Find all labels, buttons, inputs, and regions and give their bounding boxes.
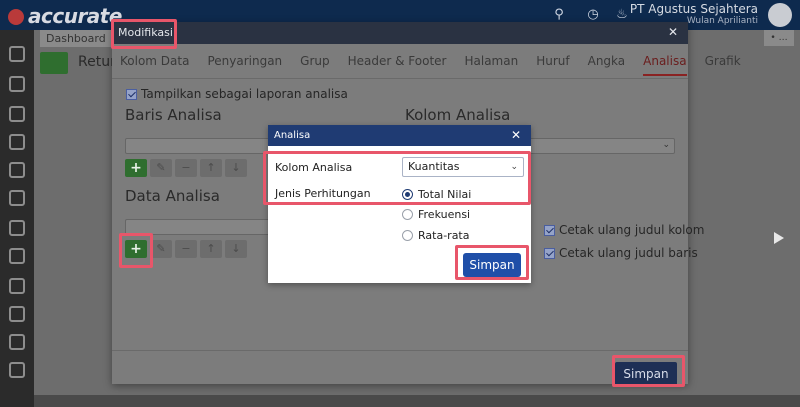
app-logo[interactable]: accurate	[8, 4, 122, 28]
avatar[interactable]	[768, 3, 792, 27]
highlight-add-data-button	[119, 233, 153, 268]
logo-mark-icon	[8, 9, 24, 25]
modal-tabs: Kolom Data Penyaringan Grup Header & Foo…	[120, 54, 759, 76]
move-down-baris-button[interactable]: ↓	[225, 159, 247, 177]
tabs-divider	[112, 78, 688, 79]
kolom-analisa-title: Kolom Analisa	[405, 106, 511, 124]
dialog-title: Analisa	[274, 130, 311, 141]
radio-rata-rata-label: Rata-rata	[418, 229, 470, 242]
modal-header: Modifikasi ✕	[112, 22, 688, 44]
background-page-title: Retur	[78, 54, 116, 70]
clock-icon[interactable]: ◷	[586, 8, 600, 22]
sidebar-card-icon[interactable]	[9, 162, 25, 178]
reprint-column-header-label: Cetak ulang judul kolom	[559, 223, 705, 237]
logo-text: accurate	[28, 4, 122, 28]
remove-baris-button[interactable]: −	[175, 159, 197, 177]
company-name: PT Agustus Sejahtera	[629, 2, 758, 16]
show-analysis-label: Tampilkan sebagai laporan analisa	[141, 87, 348, 101]
play-icon[interactable]	[774, 232, 784, 244]
bell-icon[interactable]: ♨	[615, 8, 629, 22]
radio-frekuensi[interactable]: Frekuensi	[402, 208, 470, 221]
sidebar-gear-icon[interactable]	[9, 46, 25, 62]
highlight-save-button	[612, 355, 685, 387]
edit-baris-button[interactable]: ✎	[150, 159, 172, 177]
highlight-dialog-fields	[263, 151, 531, 205]
move-down-data-button[interactable]: ↓	[225, 240, 247, 258]
edit-data-button[interactable]: ✎	[150, 240, 172, 258]
background-list-button[interactable]	[40, 52, 68, 74]
chevron-down-icon: ⌄	[662, 140, 670, 150]
sidebar-building-icon[interactable]	[9, 106, 25, 122]
background-right-button[interactable]: • …	[764, 30, 794, 46]
reprint-options: Cetak ulang judul kolom Cetak ulang judu…	[544, 223, 704, 269]
bottom-strip	[34, 395, 800, 407]
sidebar-report-icon[interactable]	[9, 306, 25, 322]
dialog-header: Analisa ✕	[268, 125, 531, 146]
data-analisa-title: Data Analisa	[125, 187, 220, 205]
reprint-column-header-checkbox[interactable]	[544, 224, 555, 236]
radio-frekuensi-label: Frekuensi	[418, 208, 471, 221]
modal-footer-divider	[112, 350, 688, 351]
sidebar-users-icon[interactable]	[9, 76, 25, 92]
sidebar-doc-icon[interactable]	[9, 362, 25, 378]
sidebar-chart-icon[interactable]	[9, 334, 25, 350]
tab-kolom-data[interactable]: Kolom Data	[120, 54, 189, 76]
add-baris-button[interactable]: +	[125, 159, 147, 177]
show-analysis-checkbox[interactable]	[126, 88, 137, 100]
baris-button-row: + ✎ − ↑ ↓	[125, 159, 250, 177]
dialog-close-icon[interactable]: ✕	[511, 128, 521, 142]
radio-rata-rata[interactable]: Rata-rata	[402, 229, 469, 242]
move-up-data-button[interactable]: ↑	[200, 240, 222, 258]
reprint-column-header-row[interactable]: Cetak ulang judul kolom	[544, 223, 704, 237]
reprint-row-header-label: Cetak ulang judul baris	[559, 246, 698, 260]
tab-huruf[interactable]: Huruf	[536, 54, 569, 76]
search-icon[interactable]: ⚲	[552, 8, 566, 22]
sidebar-receipt-icon[interactable]	[9, 248, 25, 264]
background-tab-dashboard[interactable]: Dashboard	[40, 30, 112, 47]
tab-header-footer[interactable]: Header & Footer	[348, 54, 447, 76]
sidebar-bag-icon[interactable]	[9, 190, 25, 206]
sidebar-truck-icon[interactable]	[9, 278, 25, 294]
tab-analisa[interactable]: Analisa	[643, 54, 687, 76]
highlight-modal-title	[111, 19, 177, 49]
show-analysis-checkbox-row[interactable]: Tampilkan sebagai laporan analisa	[126, 87, 348, 101]
sidebar	[0, 30, 34, 407]
highlight-dialog-save	[455, 245, 529, 280]
sidebar-book-icon[interactable]	[9, 134, 25, 150]
remove-data-button[interactable]: −	[175, 240, 197, 258]
radio-rata-rata-dot[interactable]	[402, 230, 413, 241]
sidebar-cart-icon[interactable]	[9, 220, 25, 236]
tab-halaman[interactable]: Halaman	[464, 54, 518, 76]
tab-angka[interactable]: Angka	[588, 54, 626, 76]
tab-grup[interactable]: Grup	[300, 54, 329, 76]
modal-close-icon[interactable]: ✕	[668, 25, 678, 39]
radio-frekuensi-dot[interactable]	[402, 209, 413, 220]
tab-penyaringan[interactable]: Penyaringan	[207, 54, 282, 76]
reprint-row-header-checkbox[interactable]	[544, 247, 555, 259]
move-up-baris-button[interactable]: ↑	[200, 159, 222, 177]
tab-grafik[interactable]: Grafik	[705, 54, 741, 76]
baris-analisa-title: Baris Analisa	[125, 106, 222, 124]
reprint-row-header-row[interactable]: Cetak ulang judul baris	[544, 246, 704, 260]
